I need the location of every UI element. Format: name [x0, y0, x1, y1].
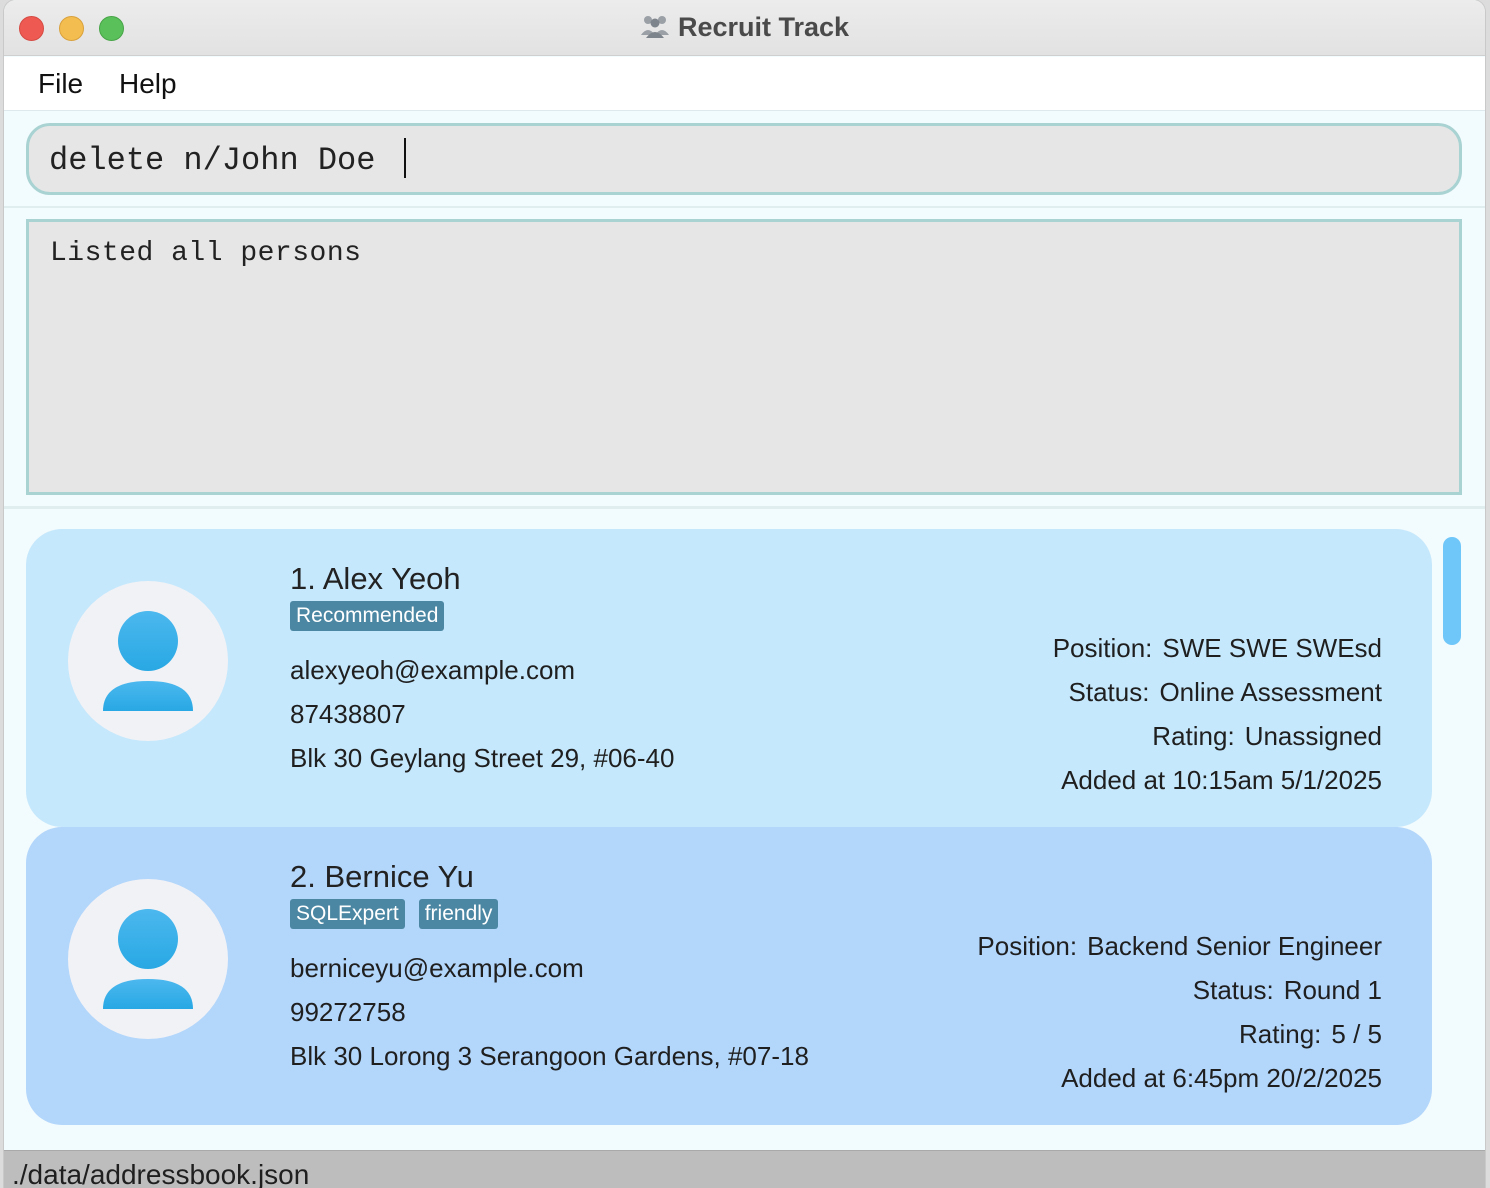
tag: SQLExpert — [290, 899, 405, 929]
tag: friendly — [418, 899, 499, 929]
window-title-container: Recruit Track — [4, 12, 1485, 46]
person-added-time: Added at 10:15am 5/1/2025 — [1061, 765, 1382, 795]
person-position: Position: SWE SWE SWEsd — [1053, 633, 1382, 664]
person-icon — [103, 611, 193, 711]
status-value: Online Assessment — [1159, 677, 1382, 707]
person-name: 1. Alex Yeoh — [290, 561, 461, 596]
person-list[interactable]: 1. Alex Yeoh Recommended alexyeoh@exampl… — [4, 509, 1485, 1149]
rating-value: Unassigned — [1244, 721, 1382, 751]
avatar — [68, 879, 228, 1039]
person-address: Blk 30 Geylang Street 29, #06-40 — [290, 743, 675, 773]
position-value: Backend Senior Engineer — [1087, 931, 1382, 961]
menu-help[interactable]: Help — [119, 68, 177, 100]
person-address: Blk 30 Lorong 3 Serangoon Gardens, #07-1… — [290, 1041, 809, 1071]
result-text: Listed all persons — [50, 238, 362, 269]
window-title: Recruit Track — [677, 12, 850, 42]
tag-list: SQLExpert friendly — [290, 899, 499, 929]
person-icon — [103, 909, 193, 1009]
rating-label: Rating: — [1239, 1019, 1322, 1049]
menu-bar: File Help — [4, 57, 1485, 111]
person-card[interactable]: 1. Alex Yeoh Recommended alexyeoh@exampl… — [26, 529, 1432, 827]
rating-value: 5 / 5 — [1331, 1019, 1382, 1049]
result-display: Listed all persons — [26, 219, 1462, 495]
text-caret — [404, 138, 406, 178]
people-group-icon — [640, 13, 670, 46]
app-window: Recruit Track File Help Listed all perso… — [4, 0, 1485, 1188]
rating-label: Rating: — [1152, 721, 1235, 751]
status-label: Status: — [1068, 677, 1150, 707]
status-bar: ./data/addressbook.json — [4, 1150, 1485, 1188]
menu-file[interactable]: File — [38, 68, 83, 100]
position-label: Position: — [1052, 633, 1153, 663]
command-input[interactable] — [49, 136, 1429, 184]
status-value: Round 1 — [1283, 975, 1382, 1005]
person-status: Status: Online Assessment — [1069, 677, 1383, 708]
position-label: Position: — [977, 931, 1078, 961]
person-position: Position: Backend Senior Engineer — [977, 931, 1382, 962]
person-rating: Rating: 5 / 5 — [1239, 1019, 1382, 1050]
person-phone: 87438807 — [290, 699, 406, 729]
tag-list: Recommended — [290, 601, 445, 631]
title-bar: Recruit Track — [4, 0, 1485, 56]
divider — [4, 206, 1485, 208]
status-label: Status: — [1192, 975, 1274, 1005]
person-phone: 99272758 — [290, 997, 406, 1027]
scrollbar-thumb[interactable] — [1443, 537, 1461, 645]
person-rating: Rating: Unassigned — [1152, 721, 1382, 752]
position-value: SWE SWE SWEsd — [1162, 633, 1382, 663]
tag: Recommended — [290, 601, 445, 631]
person-card[interactable]: 2. Bernice Yu SQLExpert friendly bernice… — [26, 827, 1432, 1125]
person-status: Status: Round 1 — [1193, 975, 1382, 1006]
command-box — [26, 123, 1462, 195]
avatar — [68, 581, 228, 741]
person-name: 2. Bernice Yu — [290, 859, 474, 894]
person-email: alexyeoh@example.com — [290, 655, 576, 685]
person-added-time: Added at 6:45pm 20/2/2025 — [1061, 1063, 1382, 1093]
save-file-path: ./data/addressbook.json — [12, 1159, 310, 1188]
person-email: berniceyu@example.com — [290, 953, 584, 983]
scrollbar[interactable] — [1441, 537, 1463, 1137]
